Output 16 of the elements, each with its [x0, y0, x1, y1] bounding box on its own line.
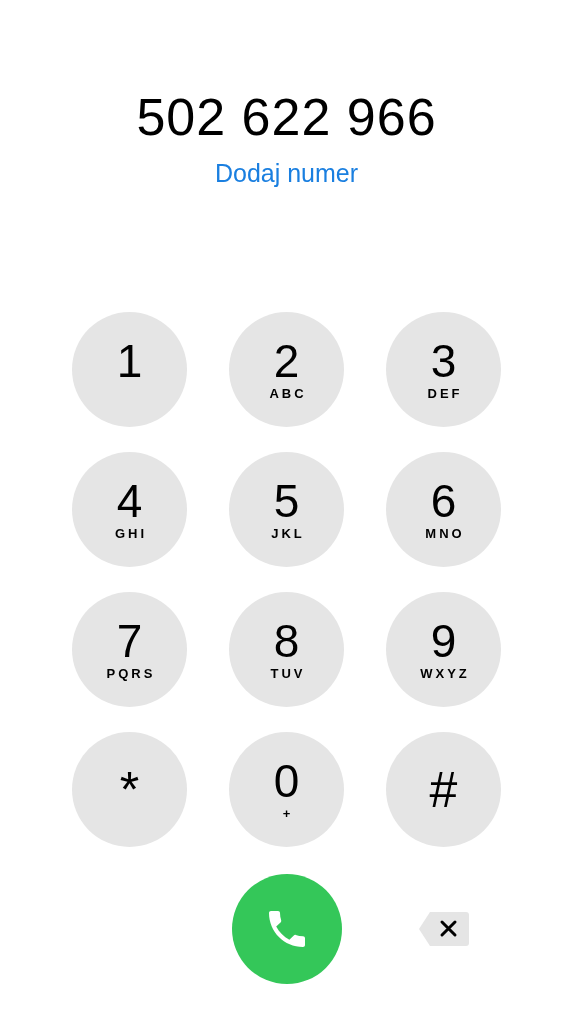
dial-key[interactable]: 4 GHI — [72, 452, 187, 567]
dial-key[interactable]: # — [386, 732, 501, 847]
dial-key[interactable]: 1 — [72, 312, 187, 427]
phone-number: 502 622 966 — [136, 87, 437, 148]
dial-key[interactable]: 0 + — [229, 732, 344, 847]
dial-key[interactable]: 9 WXYZ — [386, 592, 501, 707]
dial-key[interactable]: 8 TUV — [229, 592, 344, 707]
dial-key[interactable]: 7 PQRS — [72, 592, 187, 707]
dial-key[interactable]: 5 JKL — [229, 452, 344, 567]
dial-key[interactable]: * — [72, 732, 187, 847]
dial-key[interactable]: 3 DEF — [386, 312, 501, 427]
add-number-link[interactable]: Dodaj numer — [214, 158, 359, 188]
delete-button[interactable] — [417, 910, 470, 948]
backspace-icon — [417, 910, 470, 948]
dial-key[interactable]: 6 MNO — [386, 452, 501, 567]
dial-key[interactable]: 2 ABC — [229, 312, 344, 427]
